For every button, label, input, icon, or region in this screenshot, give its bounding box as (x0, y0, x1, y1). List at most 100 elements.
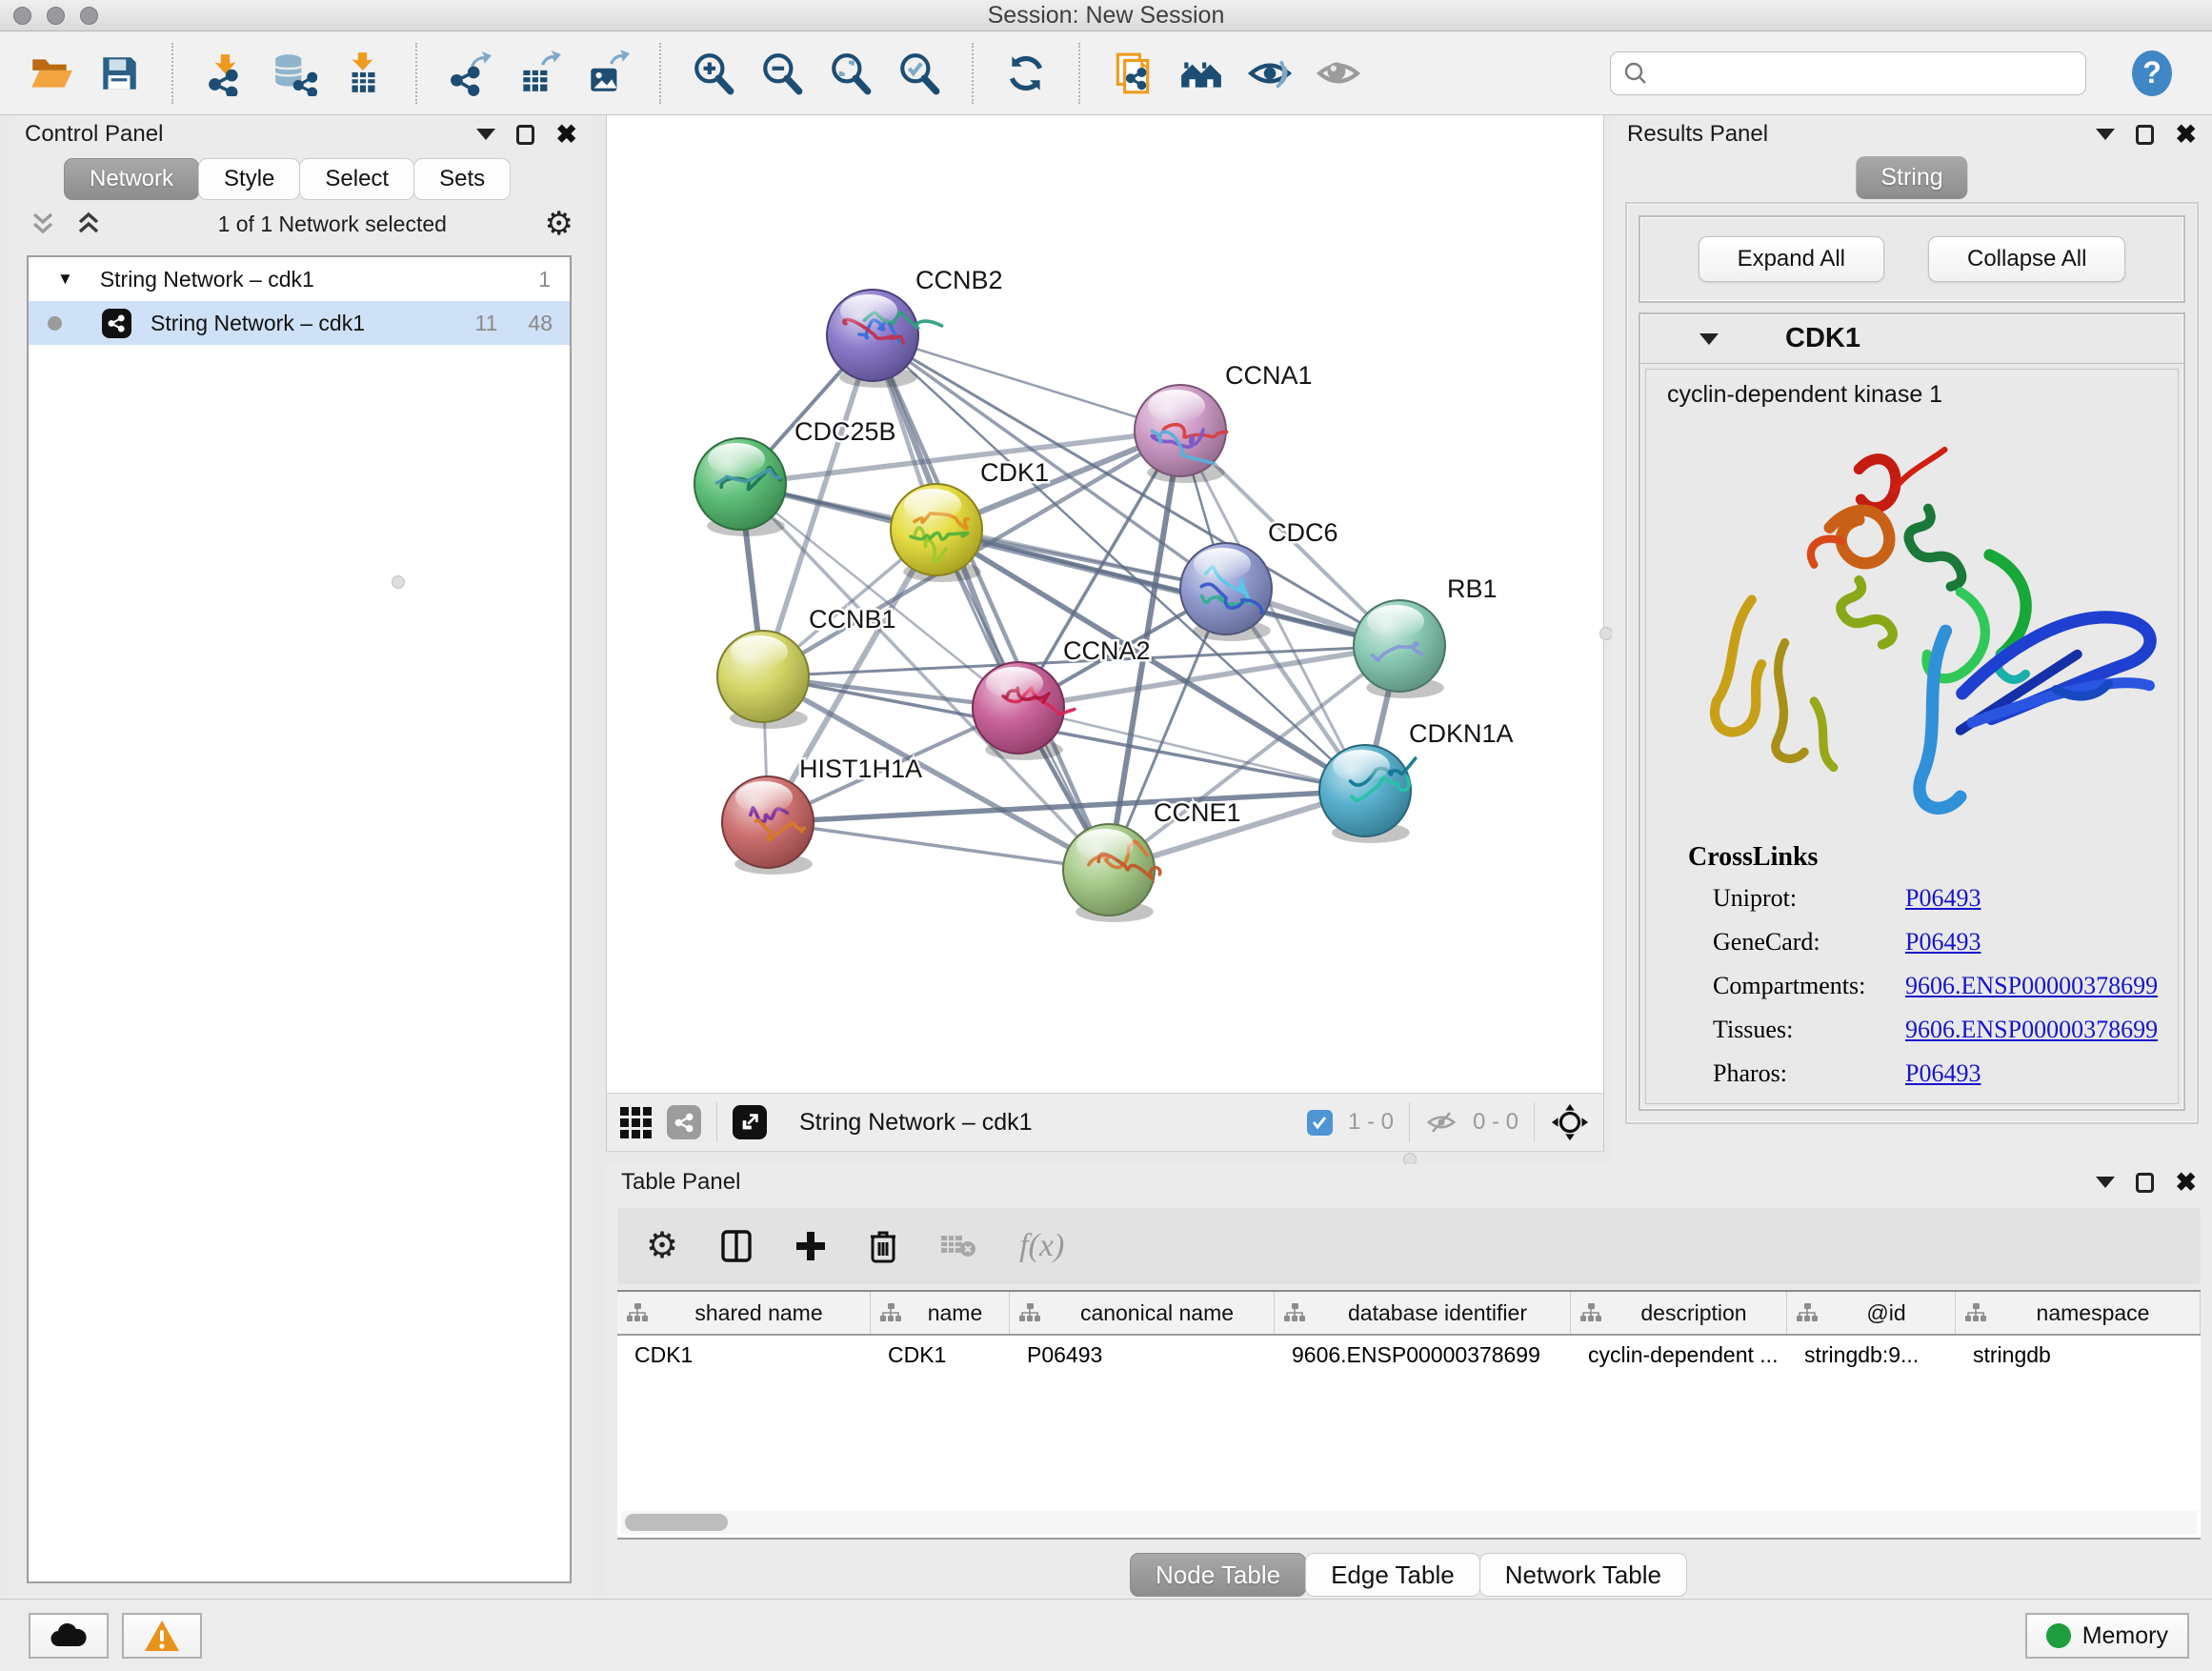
tab-style[interactable]: Style (198, 158, 300, 200)
network-node-cdk1[interactable] (891, 484, 982, 582)
help-button[interactable]: ? (2124, 45, 2180, 102)
splitter-handle[interactable] (392, 575, 405, 589)
export-image-button[interactable] (579, 45, 634, 102)
network-node-cdkn1a[interactable] (1319, 745, 1416, 843)
save-session-button[interactable] (91, 45, 147, 102)
delete-column-icon[interactable] (869, 1229, 897, 1263)
open-session-button[interactable] (23, 45, 78, 102)
grid-view-icon[interactable] (620, 1107, 652, 1138)
float-panel-icon[interactable] (2136, 1173, 2154, 1193)
close-panel-icon[interactable]: ✖ (2175, 1170, 2197, 1196)
zoom-out-button[interactable] (754, 45, 810, 102)
zoom-in-button[interactable] (686, 45, 741, 102)
network-node-rb1[interactable] (1354, 600, 1445, 698)
expand-collapse-bar: Expand All Collapse All (1639, 215, 2185, 303)
memory-button[interactable]: Memory (2025, 1613, 2189, 1659)
tab-select[interactable]: Select (299, 158, 414, 200)
column-header-description[interactable]: description (1571, 1292, 1787, 1334)
table-cell[interactable]: stringdb:9... (1787, 1336, 1956, 1376)
network-canvas[interactable]: CCNB2CCNA1CDC25BCDK1CDC6RB1CCNB1CCNA2CDK… (606, 115, 1604, 1093)
panel-menu-icon[interactable] (2096, 1177, 2115, 1188)
import-network-from-database-button[interactable] (267, 45, 322, 102)
selected-nodes-checkbox[interactable] (1307, 1110, 1333, 1136)
home-button[interactable] (1174, 45, 1229, 102)
float-panel-icon[interactable] (2136, 125, 2154, 145)
table-settings-gear-icon[interactable]: ⚙ (646, 1228, 678, 1264)
gene-section-header[interactable]: CDK1 (1640, 314, 2183, 364)
hide-selection-button[interactable] (1242, 45, 1297, 102)
column-header-database-identifier[interactable]: database identifier (1275, 1292, 1571, 1334)
expand-all-icon[interactable] (74, 209, 103, 239)
crosslink-link[interactable]: P06493 (1905, 1059, 1981, 1088)
crosslink-row: Tissues:9606.ENSP00000378699 (1688, 1016, 2178, 1059)
import-network-button[interactable] (198, 45, 253, 102)
string-network-graph[interactable]: CCNB2CCNA1CDC25BCDK1CDC6RB1CCNB1CCNA2CDK… (607, 115, 1605, 1093)
zoom-fit-button[interactable] (823, 45, 878, 102)
export-network-button[interactable] (442, 45, 497, 102)
network-edge[interactable] (873, 335, 1180, 431)
crosslink-link[interactable]: P06493 (1905, 928, 1981, 956)
tab-network-table[interactable]: Network Table (1479, 1553, 1687, 1597)
export-table-button[interactable] (511, 45, 566, 102)
collapse-all-icon[interactable] (29, 209, 57, 239)
tab-string[interactable]: String (1856, 156, 1967, 199)
column-header--id[interactable]: @id (1787, 1292, 1956, 1334)
panel-menu-icon[interactable] (2096, 129, 2115, 140)
table-cell[interactable]: CDK1 (871, 1336, 1010, 1376)
tab-node-table[interactable]: Node Table (1130, 1553, 1306, 1597)
search-input[interactable] (1657, 60, 2074, 87)
network-edge[interactable] (768, 822, 1109, 870)
tab-sets[interactable]: Sets (413, 158, 511, 200)
splitter-handle[interactable] (1599, 627, 1613, 640)
gear-icon[interactable]: ⚙ (545, 208, 573, 240)
add-column-icon[interactable] (794, 1230, 827, 1262)
close-panel-icon[interactable]: ✖ (555, 122, 577, 148)
import-table-button[interactable] (335, 45, 391, 102)
network-collection-row[interactable]: ▼ String Network – cdk1 1 (29, 257, 570, 301)
tab-edge-table[interactable]: Edge Table (1305, 1553, 1480, 1597)
network-edge[interactable] (873, 335, 1109, 870)
table-row[interactable]: CDK1CDK1P064939606.ENSP00000378699cyclin… (617, 1336, 2201, 1376)
show-columns-icon[interactable] (720, 1229, 753, 1263)
table-cell[interactable]: 9606.ENSP00000378699 (1275, 1336, 1571, 1376)
table-cell[interactable]: CDK1 (617, 1336, 871, 1376)
collection-caret-icon[interactable]: ▼ (57, 270, 73, 289)
column-header-canonical-name[interactable]: canonical name (1010, 1292, 1275, 1334)
expand-all-button[interactable]: Expand All (1699, 236, 1884, 282)
crosslink-link[interactable]: 9606.ENSP00000378699 (1905, 972, 2158, 1000)
table-cell[interactable]: stringdb (1956, 1336, 2201, 1376)
network-node-hist1h1a[interactable] (722, 776, 814, 875)
network-row-selected[interactable]: String Network – cdk1 11 48 (29, 301, 570, 345)
tab-network[interactable]: Network (64, 158, 199, 200)
network-node-cdc25b[interactable] (694, 438, 786, 536)
crosslink-link[interactable]: 9606.ENSP00000378699 (1905, 1016, 2158, 1044)
column-header-namespace[interactable]: namespace (1956, 1292, 2201, 1334)
detach-view-icon[interactable] (733, 1105, 767, 1139)
network-view-icon[interactable] (667, 1105, 701, 1139)
panel-menu-icon[interactable] (476, 129, 495, 140)
network-node-ccna1[interactable] (1135, 385, 1227, 483)
column-header-name[interactable]: name (871, 1292, 1010, 1334)
network-node-ccne1[interactable] (1063, 824, 1160, 922)
scrollbar-thumb[interactable] (625, 1514, 728, 1531)
network-node-ccnb1[interactable] (717, 631, 809, 729)
node-table[interactable]: shared namenamecanonical namedatabase id… (617, 1290, 2201, 1540)
table-cell[interactable]: P06493 (1010, 1336, 1275, 1376)
column-header-shared-name[interactable]: shared name (617, 1292, 871, 1334)
table-horizontal-scrollbar[interactable] (621, 1511, 2197, 1534)
crosslink-link[interactable]: P06493 (1905, 884, 1981, 913)
float-panel-icon[interactable] (516, 125, 534, 145)
network-from-file-button[interactable] (1105, 45, 1160, 102)
show-selection-button[interactable] (1311, 45, 1366, 102)
warnings-button[interactable] (122, 1613, 202, 1659)
collapse-all-button[interactable]: Collapse All (1928, 236, 2125, 282)
fit-content-crosshair-icon[interactable] (1550, 1102, 1590, 1142)
hidden-eye-icon[interactable] (1425, 1109, 1458, 1136)
network-node-cdc6[interactable] (1180, 543, 1272, 641)
refresh-button[interactable] (998, 45, 1054, 102)
table-cell[interactable]: cyclin-dependent ... (1571, 1336, 1787, 1376)
cloud-status-button[interactable] (29, 1613, 109, 1659)
close-panel-icon[interactable]: ✖ (2175, 122, 2197, 148)
zoom-selected-button[interactable] (892, 45, 947, 102)
section-caret-icon[interactable] (1699, 333, 1719, 345)
